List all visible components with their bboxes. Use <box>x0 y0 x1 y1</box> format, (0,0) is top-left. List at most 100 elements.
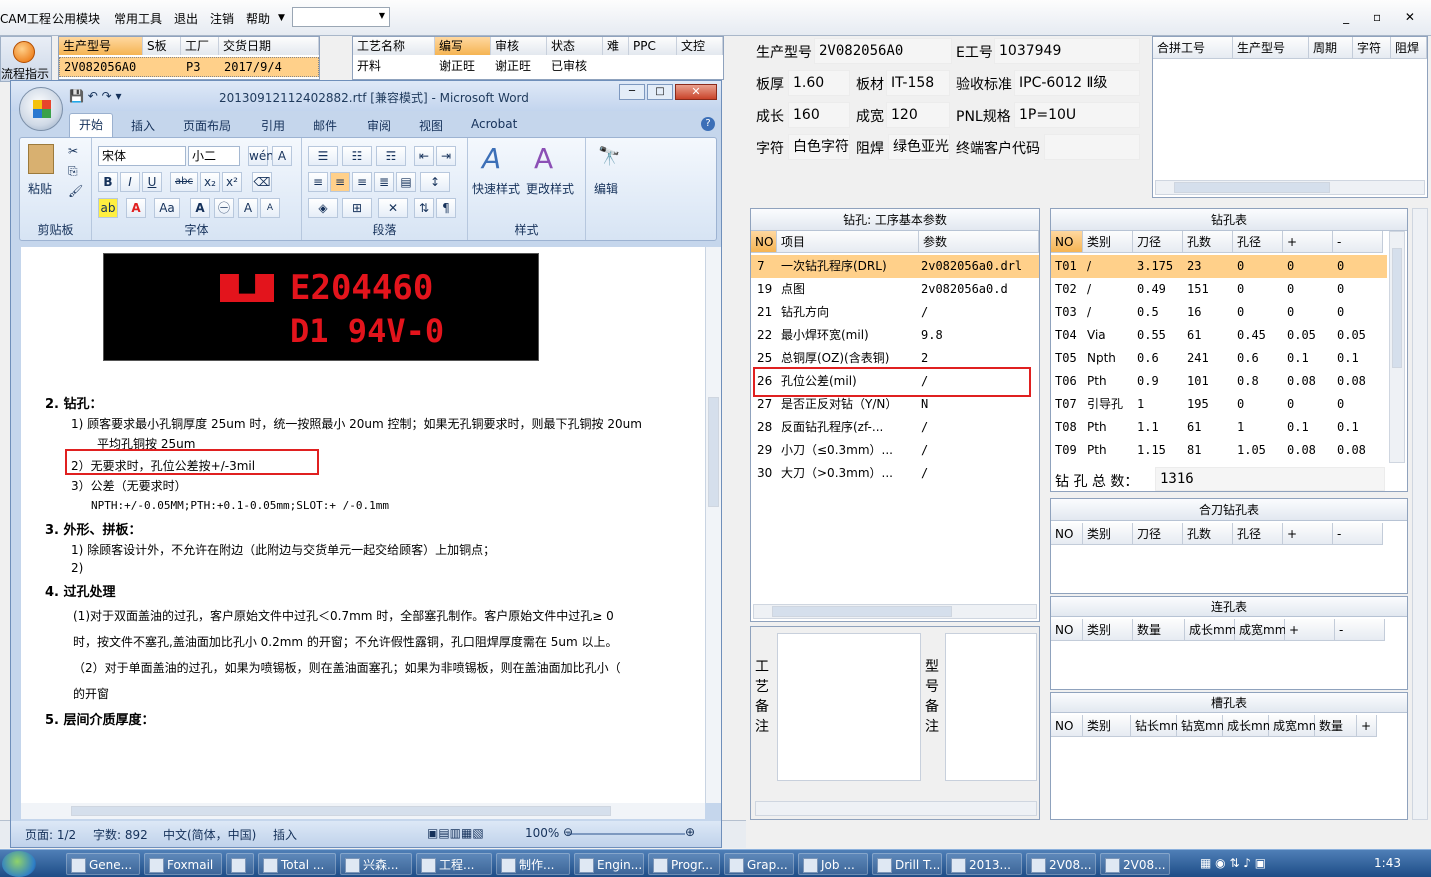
task-item[interactable]: 2013... <box>946 853 1022 875</box>
task-item[interactable]: Engin... <box>574 853 644 875</box>
strike-button[interactable]: abc <box>170 172 198 192</box>
office-button[interactable] <box>19 87 63 131</box>
tab-insert[interactable]: 插入 <box>131 117 155 134</box>
task-item[interactable]: Job ... <box>798 853 868 875</box>
menu-help[interactable]: 帮助 <box>246 10 270 27</box>
phonetic-icon[interactable]: wén <box>248 146 274 166</box>
superscript-button[interactable]: x² <box>222 172 242 192</box>
align-left-icon[interactable]: ≡ <box>308 172 328 192</box>
table-row[interactable]: 21 钻孔方向 / <box>751 301 1039 324</box>
standard-field[interactable]: IPC-6012 Ⅱ级 <box>1014 70 1140 96</box>
params-hscroll-thumb[interactable] <box>772 606 952 617</box>
mask-field[interactable]: 绿色亚光 <box>888 134 950 160</box>
shrink-font-button[interactable]: A <box>260 198 280 218</box>
table-row[interactable]: 19 点图 2v082056a0.d <box>751 278 1039 301</box>
col-link-4[interactable]: 成宽mm <box>1235 619 1286 641</box>
task-item[interactable]: 2V08... <box>1100 853 1170 875</box>
change-styles-button[interactable]: 更改样式 <box>526 180 574 197</box>
find-icon[interactable]: 🔭 <box>598 146 620 167</box>
col-drill-5[interactable]: + <box>1283 231 1333 253</box>
line-spacing-icon[interactable]: ↕ <box>420 172 450 192</box>
eno-field[interactable]: 1037949 <box>994 38 1140 64</box>
align-right-icon[interactable]: ≡ <box>352 172 372 192</box>
col-status[interactable]: 状态 <box>547 37 603 55</box>
col-drill-3[interactable]: 孔数 <box>1183 231 1233 253</box>
zoom-slider[interactable] <box>567 833 685 835</box>
copy-icon[interactable]: ⎘ <box>68 164 78 179</box>
col-link-2[interactable]: 数量 <box>1133 619 1185 641</box>
decrease-indent-icon[interactable]: ⇤ <box>414 146 434 166</box>
format-painter-icon[interactable]: 🖌 <box>68 184 83 198</box>
col-drill-2[interactable]: 刀径 <box>1133 231 1183 253</box>
font-size-select[interactable]: 小二 <box>188 146 240 166</box>
col-link-6[interactable]: - <box>1335 619 1385 641</box>
minimize-button[interactable]: ─ <box>619 84 645 100</box>
font-color-icon[interactable]: A <box>126 198 146 218</box>
params-hscroll[interactable] <box>753 604 1037 619</box>
window-controls[interactable]: _ ▫ ✕ <box>1343 10 1425 24</box>
task-item[interactable]: 2V08... <box>1026 853 1096 875</box>
shading-icon[interactable]: ◈ <box>308 198 338 218</box>
col-link-5[interactable]: + <box>1285 619 1335 641</box>
task-item[interactable]: Total ... <box>258 853 336 875</box>
italic-button[interactable]: I <box>120 172 140 192</box>
col-doc[interactable]: 文控 <box>677 37 723 55</box>
font-name-select[interactable]: 宋体 <box>98 146 186 166</box>
table-row[interactable]: 28 反面钻孔程序(zf-... / <box>751 416 1039 439</box>
table-row[interactable]: T02 / 0.49 151 0 0 0 <box>1051 278 1387 301</box>
col-knife-1[interactable]: 类别 <box>1083 523 1133 545</box>
flow-button[interactable]: 流程指示 <box>0 36 52 82</box>
table-row[interactable]: T01 / 3.175 23 0 0 0 <box>1051 255 1387 278</box>
status-words[interactable]: 字数: 892 <box>93 826 148 843</box>
col-slot-6[interactable]: 数量 <box>1315 715 1357 737</box>
col-params-item[interactable]: 项目 <box>777 231 919 253</box>
tab-references[interactable]: 引用 <box>261 117 285 134</box>
col-slot-7[interactable]: + <box>1357 715 1377 737</box>
merge-hscroll[interactable] <box>1155 180 1425 195</box>
status-mode[interactable]: 插入 <box>273 826 297 843</box>
change-case-button[interactable]: Aa <box>154 198 180 218</box>
tab-review[interactable]: 审阅 <box>367 117 391 134</box>
col-link-1[interactable]: 类别 <box>1083 619 1133 641</box>
justify-icon[interactable]: ≣ <box>374 172 394 192</box>
col-knife-3[interactable]: 孔数 <box>1183 523 1233 545</box>
status-language[interactable]: 中文(简体，中国) <box>163 826 256 843</box>
char-shading-icon[interactable]: A <box>190 198 210 218</box>
table-row[interactable]: 2V082056A0 P3 2017/9/4 <box>59 57 319 77</box>
paste-button[interactable]: 粘贴 <box>28 180 52 197</box>
task-item[interactable]: 兴森... <box>340 853 412 875</box>
clock[interactable]: 1:43 <box>1374 856 1401 870</box>
col-link-0[interactable]: NO <box>1051 619 1083 641</box>
table-row[interactable]: T06 Pth 0.9 101 0.8 0.08 0.08 <box>1051 370 1387 393</box>
length-field[interactable]: 160 <box>788 102 850 128</box>
col-knife-5[interactable]: + <box>1283 523 1333 545</box>
edit-button[interactable]: 编辑 <box>594 180 618 197</box>
col-slot-3[interactable]: 钻宽mm <box>1177 715 1228 737</box>
chinese-layout-icon[interactable]: ✕ <box>378 198 408 218</box>
col-params-no[interactable]: NO <box>751 231 777 253</box>
col-merge-silk[interactable]: 字符 <box>1353 37 1391 59</box>
col-params-value[interactable]: 参数 <box>919 231 1039 253</box>
subscript-button[interactable]: x₂ <box>200 172 220 192</box>
merge-hscroll-thumb[interactable] <box>1174 182 1330 193</box>
col-writer[interactable]: 编写 <box>435 37 491 55</box>
right-vscroll[interactable] <box>1412 208 1428 820</box>
col-model[interactable]: 生产型号 <box>59 37 143 55</box>
tab-home[interactable]: 开始 <box>69 113 113 137</box>
help-icon[interactable]: ? <box>701 117 715 131</box>
close-button[interactable]: ✕ <box>675 84 717 100</box>
col-drill-6[interactable]: - <box>1333 231 1383 253</box>
toolbar-combo[interactable]: ▼ <box>292 7 390 27</box>
col-slot-5[interactable]: 成宽mm <box>1269 715 1320 737</box>
table-row[interactable]: T08 Pth 1.1 61 1 0.1 0.1 <box>1051 416 1387 439</box>
table-row[interactable]: 29 小刀（≤0.3mm）... / <box>751 439 1039 462</box>
col-merge-model[interactable]: 生产型号 <box>1233 37 1309 59</box>
quick-styles-button[interactable]: 快速样式 <box>472 180 520 197</box>
col-sboard[interactable]: S板 <box>143 37 181 55</box>
table-row[interactable]: 22 最小焊环宽(mil) 9.8 <box>751 324 1039 347</box>
table-row[interactable]: 7 一次钻孔程序(DRL) 2v082056a0.drl <box>751 255 1039 278</box>
menu-exit[interactable]: 退出 <box>174 10 198 27</box>
table-row[interactable]: T04 Via 0.55 61 0.45 0.05 0.05 <box>1051 324 1387 347</box>
table-row[interactable]: T07 引导孔 1 195 0 0 0 <box>1051 393 1387 416</box>
col-knife-4[interactable]: 孔径 <box>1233 523 1283 545</box>
